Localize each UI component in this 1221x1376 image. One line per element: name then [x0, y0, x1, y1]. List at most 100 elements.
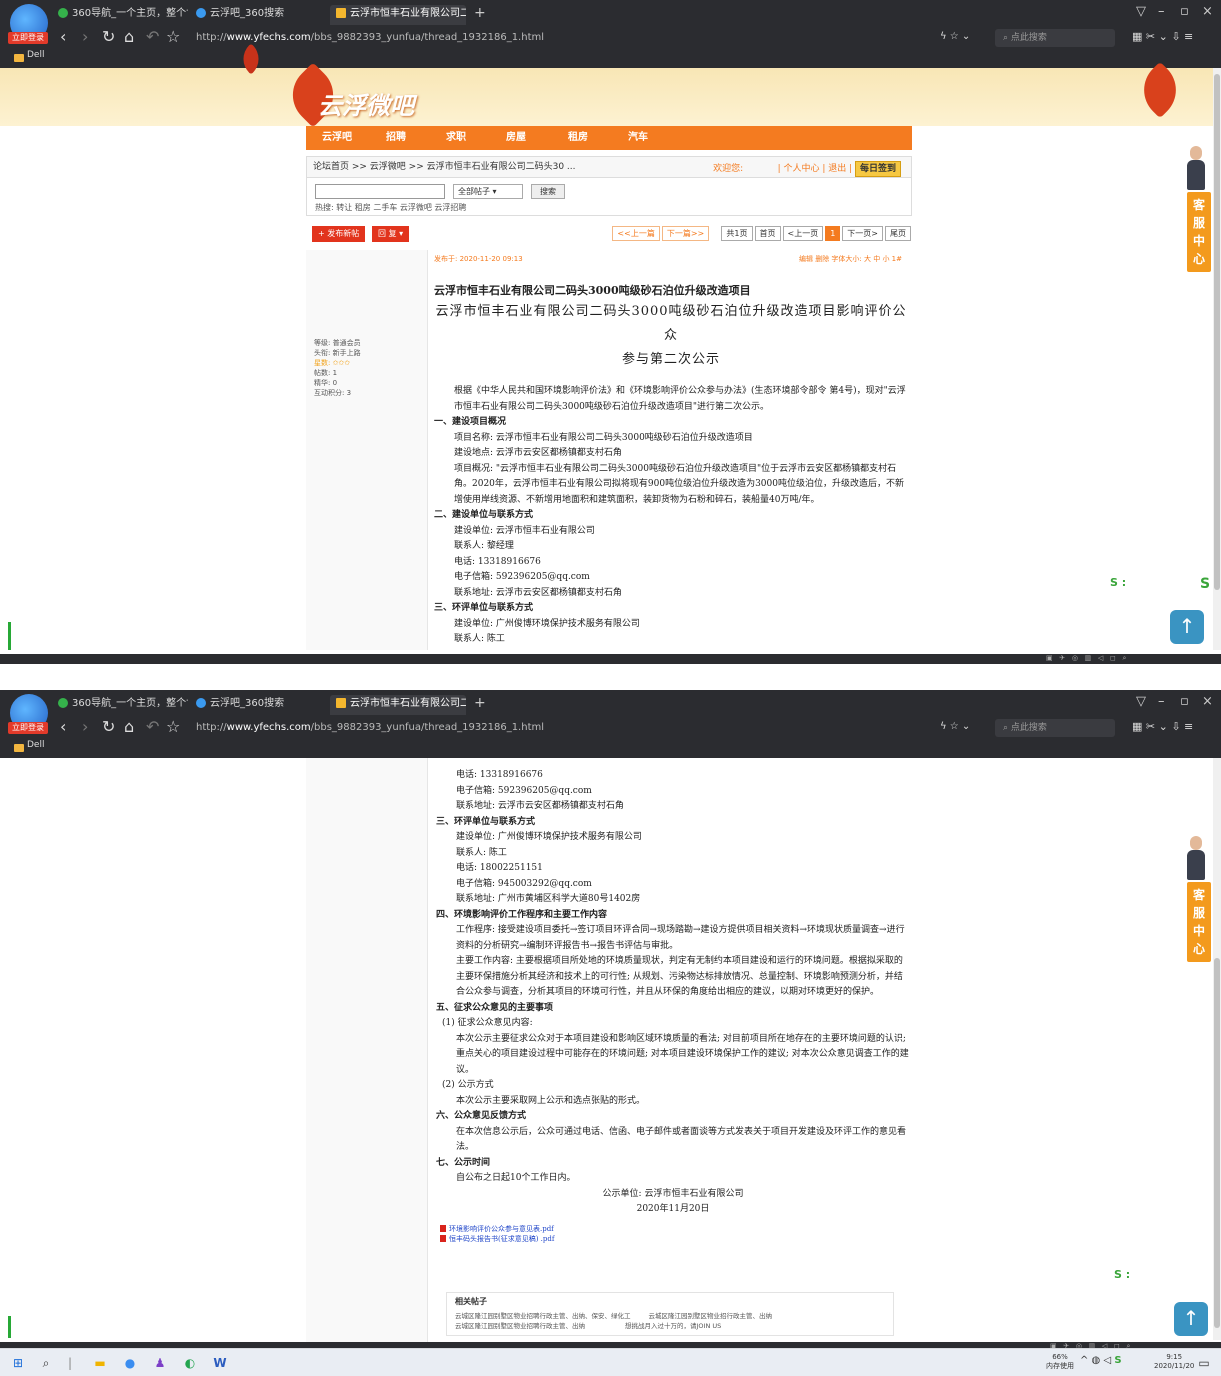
related-link[interactable]: 云城区隆江园别墅区物业招聘行政主管、出纳、保安、绿化工	[455, 1311, 631, 1321]
scrollbar[interactable]	[1213, 758, 1221, 1340]
word-icon[interactable]: W	[212, 1355, 228, 1371]
customer-service-tab[interactable]: 客服中心	[1187, 882, 1211, 962]
last-page[interactable]: 尾页	[885, 226, 911, 241]
home-icon[interactable]: ⌂	[124, 717, 134, 737]
nav-seek[interactable]: 求职	[446, 126, 466, 150]
service-avatar[interactable]	[1185, 146, 1207, 192]
address-bar[interactable]: http://www.yfechs.com/bbs_9882393_yunfua…	[190, 29, 930, 47]
post-scope-select[interactable]: 全部帖子 ▾	[453, 184, 523, 199]
memory-indicator[interactable]: 66% 内存使用	[1046, 1353, 1074, 1371]
back-icon[interactable]: ‹	[60, 27, 66, 47]
nav-house[interactable]: 房屋	[506, 126, 526, 150]
user-title: 头衔: 新手上路	[314, 349, 361, 357]
hot-search[interactable]: 热搜: 转让 租房 二手车 云浮微吧 云浮招聘	[315, 202, 466, 213]
s-logo-icon[interactable]: S :	[1110, 576, 1126, 589]
new-tab-icon[interactable]: +	[474, 5, 486, 21]
tab-360-nav[interactable]: 360导航_一个主页，整个世界×	[58, 5, 188, 25]
attachment-link[interactable]: 环境影响评价公众参与意见表.pdf	[449, 1225, 554, 1233]
refresh-icon[interactable]: ↻	[102, 717, 115, 737]
site-logo[interactable]: 云浮微吧	[318, 86, 414, 121]
refresh-icon[interactable]: ↻	[102, 27, 115, 47]
url-host: www.yfechs.com	[226, 722, 311, 733]
lightning-icon[interactable]: ϟ ☆ ⌄	[940, 27, 970, 47]
related-link[interactable]: 想挑战月入过十万的，请JOIN US	[625, 1321, 721, 1331]
customer-service-tab[interactable]: 客服中心	[1187, 192, 1211, 272]
user-app-icon[interactable]: ♟	[152, 1355, 168, 1371]
search-input[interactable]: ⌕ 点此搜索	[995, 29, 1115, 47]
nav-yunfuba[interactable]: 云浮吧	[322, 126, 352, 150]
nav-jobs[interactable]: 招聘	[386, 126, 406, 150]
bookmark-dell[interactable]: Dell	[27, 50, 44, 60]
tray-icons[interactable]: ^ ◍ ◁ S	[1080, 1356, 1122, 1366]
maximize-icon[interactable]: ▫	[1180, 4, 1189, 19]
prev-thread[interactable]: <<上一篇	[612, 226, 660, 241]
tab-360-search[interactable]: 云浮吧_360搜索	[196, 695, 316, 715]
search-input[interactable]: ⌕ 点此搜索	[995, 719, 1115, 737]
scrollbar-thumb[interactable]	[1214, 958, 1220, 1328]
skin-icon[interactable]: ▽	[1136, 4, 1146, 19]
tab-thread-active[interactable]: 云浮市恒丰石业有限公司二码×	[330, 695, 466, 715]
attachment-link[interactable]: 恒丰码头报告书(征求意见稿) .pdf	[449, 1235, 554, 1243]
toolbar-icons[interactable]: ▦ ✂ ⌄ ⇩ ≡	[1132, 717, 1193, 737]
related-link[interactable]: 云城区隆江园别墅区物业招聘行政主管、出纳	[455, 1321, 585, 1331]
address-bar[interactable]: http://www.yfechs.com/bbs_9882393_yunfua…	[190, 719, 930, 737]
file-explorer-icon[interactable]: ▬	[92, 1355, 108, 1371]
reply-button[interactable]: 回 复 ▾	[372, 226, 410, 242]
related-link[interactable]: 云城区隆江园别墅区物业招行政主管、出纳	[649, 1311, 773, 1321]
task-view-icon[interactable]: |	[62, 1355, 78, 1371]
service-avatar[interactable]	[1185, 836, 1207, 882]
maximize-icon[interactable]: ▫	[1180, 694, 1189, 709]
notification-icon[interactable]: ▭	[1196, 1355, 1212, 1371]
search-icon[interactable]: ⌕	[38, 1355, 54, 1371]
nav-rent[interactable]: 租房	[568, 126, 588, 150]
clock-date: 2020/11/20	[1154, 1362, 1195, 1370]
toolbar-icons[interactable]: ▦ ✂ ⌄ ⇩ ≡	[1132, 27, 1193, 47]
next-page[interactable]: 下一页>	[842, 226, 883, 241]
close-window-icon[interactable]: ×	[1202, 4, 1213, 19]
windows-start-icon[interactable]: ⊞	[10, 1355, 26, 1371]
scrollbar[interactable]	[1213, 68, 1221, 650]
next-thread[interactable]: 下一篇>>	[661, 226, 710, 241]
new-tab-icon[interactable]: +	[474, 695, 486, 711]
minimize-icon[interactable]: –	[1158, 694, 1165, 709]
clock[interactable]: 9:15 2020/11/20	[1154, 1353, 1194, 1371]
prev-page[interactable]: <上一页	[782, 226, 824, 241]
tab-360-search[interactable]: 云浮吧_360搜索	[196, 5, 316, 25]
browser-360-icon[interactable]: ●	[122, 1355, 138, 1371]
checkin-button[interactable]: 每日签到	[854, 161, 901, 177]
forward-icon[interactable]: ›	[82, 717, 88, 737]
forum-search-input[interactable]	[315, 184, 445, 199]
undo-icon[interactable]: ↶	[146, 27, 159, 47]
current-page[interactable]: 1	[825, 226, 841, 241]
attachment-2[interactable]: 恒丰码头报告书(征求意见稿) .pdf	[436, 1234, 910, 1244]
tab-thread-active[interactable]: 云浮市恒丰石业有限公司二码×	[330, 5, 466, 25]
forum-search-button[interactable]: 搜索	[531, 184, 565, 199]
skin-icon[interactable]: ▽	[1136, 694, 1146, 709]
new-post-button[interactable]: + 发布新帖	[312, 226, 366, 242]
attachment-1[interactable]: 环境影响评价公众参与意见表.pdf	[436, 1224, 910, 1234]
back-to-top-button[interactable]: ↑	[1170, 610, 1204, 644]
breadcrumb-links[interactable]: 论坛首页 >> 云浮微吧 >> 云浮市恒丰石业有限公司二码头30 ...	[313, 162, 576, 172]
undo-icon[interactable]: ↶	[146, 717, 159, 737]
star-icon[interactable]: ☆	[166, 717, 180, 737]
nav-car[interactable]: 汽车	[628, 126, 648, 150]
s-logo-icon[interactable]: S :	[1114, 1268, 1130, 1281]
first-page[interactable]: 首页	[754, 226, 781, 241]
home-icon[interactable]: ⌂	[124, 27, 134, 47]
forward-icon[interactable]: ›	[82, 27, 88, 47]
status-icons[interactable]: ▣ ✈ ◎ ▥ ◁ ◻ ⌕	[1046, 654, 1126, 663]
tab-360-nav[interactable]: 360导航_一个主页，整个世界	[58, 695, 188, 715]
back-icon[interactable]: ‹	[60, 717, 66, 737]
s-logo-icon[interactable]: S	[1200, 576, 1210, 592]
scrollbar-thumb[interactable]	[1214, 74, 1220, 590]
close-window-icon[interactable]: ×	[1202, 694, 1213, 709]
select-value: 全部帖子	[458, 187, 490, 196]
minimize-icon[interactable]: –	[1158, 4, 1165, 19]
bookmark-dell[interactable]: Dell	[27, 740, 44, 750]
star-icon[interactable]: ☆	[166, 27, 180, 47]
lightning-icon[interactable]: ϟ ☆ ⌄	[940, 717, 970, 737]
app-icon[interactable]: ◐	[182, 1355, 198, 1371]
post-tools[interactable]: 编辑 删除 字体大小: 大 中 小 1#	[799, 254, 902, 264]
user-center-link[interactable]: | 个人中心 | 退出 |	[778, 164, 853, 174]
back-to-top-button[interactable]: ↑	[1174, 1302, 1208, 1336]
